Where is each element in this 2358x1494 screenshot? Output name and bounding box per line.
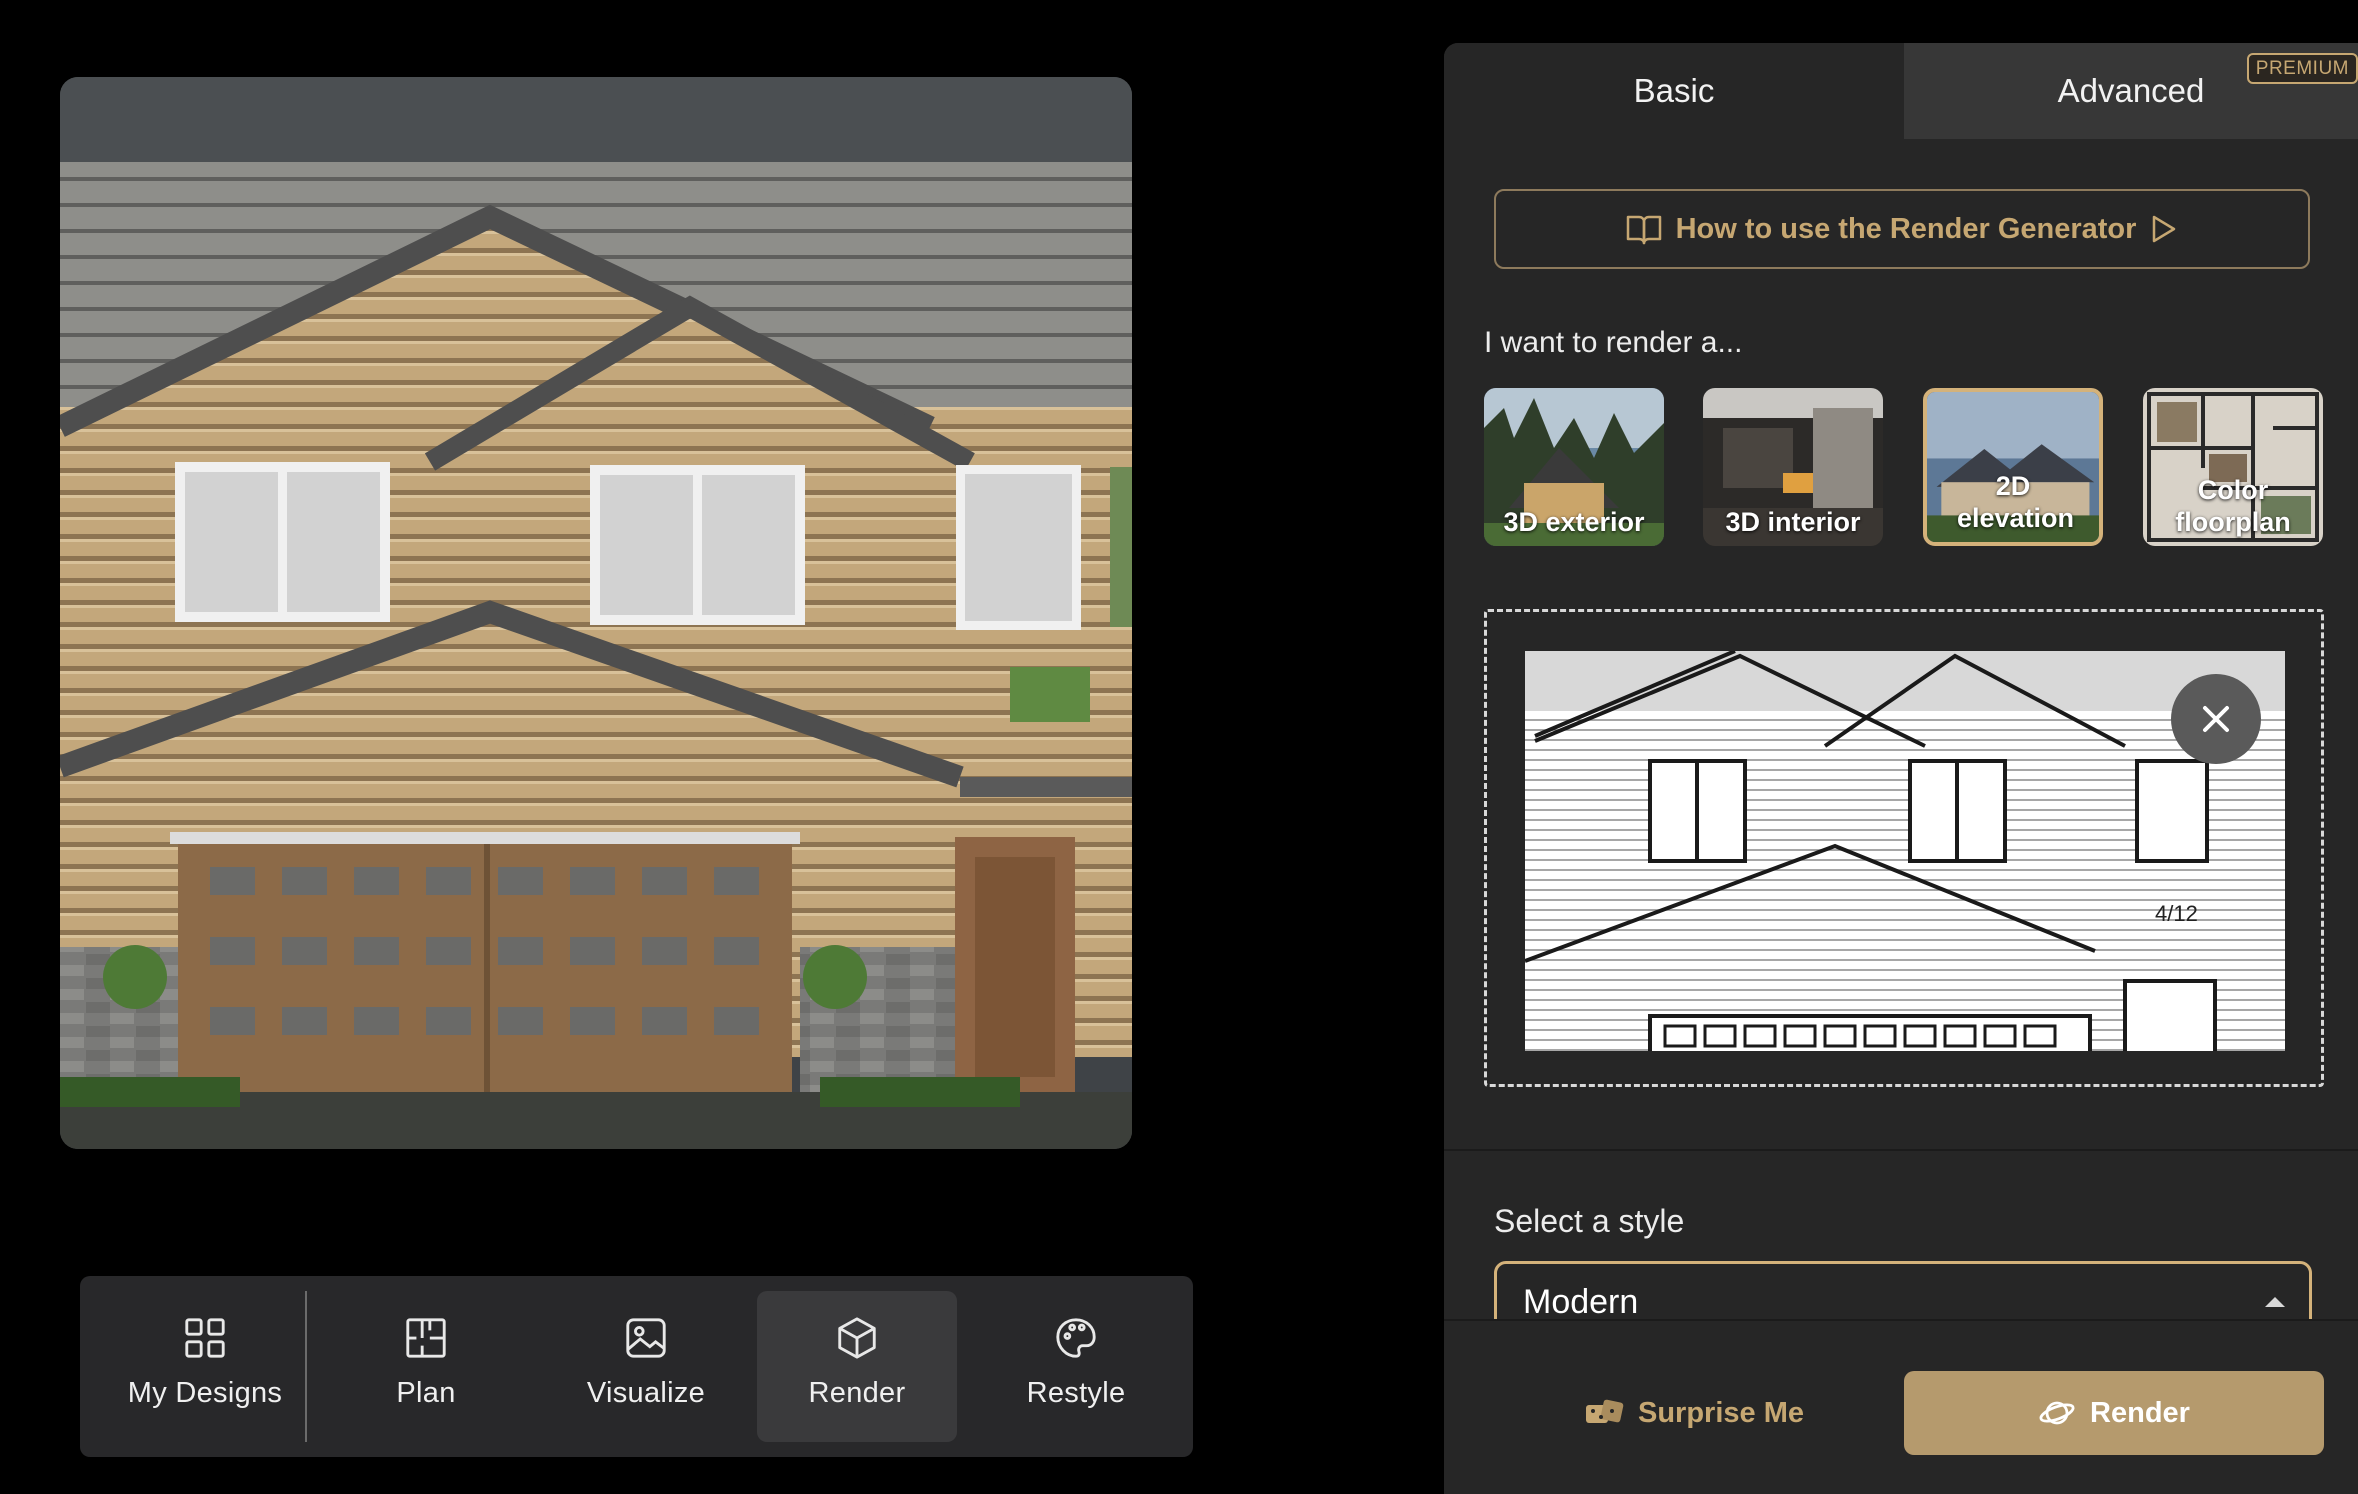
render-button[interactable]: Render (1904, 1371, 2324, 1455)
render-type-color-floorplan[interactable]: Color floorplan (2143, 388, 2323, 546)
palette-icon (1056, 1318, 1096, 1358)
style-select-value: Modern (1523, 1283, 1639, 1321)
chevron-up-icon (2265, 1297, 2285, 1307)
tool-restyle[interactable]: Restyle (976, 1291, 1176, 1442)
tab-advanced[interactable]: Advanced PREMIUM (1904, 43, 2358, 139)
image-upload-dropzone[interactable]: 4/12 (1484, 609, 2324, 1087)
render-settings-panel: Basic Advanced PREMIUM How to use the Re… (1444, 43, 2358, 1494)
tab-basic[interactable]: Basic (1444, 43, 1904, 139)
render-type-options: 3D exterior 3D interior 2D elevation Col… (1484, 388, 2324, 546)
tool-label: Restyle (1026, 1377, 1126, 1409)
tool-visualize[interactable]: Visualize (546, 1291, 746, 1442)
render-type-label: 3D exterior (1503, 507, 1645, 537)
tab-label: Basic (1633, 72, 1715, 109)
pitch-note: 4/12 (2155, 901, 2198, 926)
tool-label: Plan (396, 1377, 456, 1409)
render-type-2d-elevation[interactable]: 2D elevation (1923, 388, 2103, 546)
bottom-toolbar: My Designs Plan Visualize Render Restyle (80, 1276, 1193, 1457)
render-type-label: Color floorplan (2175, 475, 2291, 537)
grid-icon (185, 1318, 225, 1358)
surprise-me-label: Surprise Me (1638, 1396, 1804, 1429)
panel-tabs: Basic Advanced PREMIUM (1444, 43, 2358, 139)
panel-footer: Surprise Me Render (1444, 1319, 2358, 1494)
how-to-use-button[interactable]: How to use the Render Generator (1494, 189, 2310, 269)
tool-render[interactable]: Render (757, 1291, 957, 1442)
tab-label: Advanced (2057, 72, 2205, 109)
render-type-label: 2D elevation (1957, 471, 2075, 533)
render-type-3d-interior[interactable]: 3D interior (1703, 388, 1883, 546)
remove-image-button[interactable] (2171, 674, 2261, 764)
render-preview-image (60, 77, 1132, 1149)
image-icon (626, 1318, 666, 1358)
toolbar-divider (305, 1291, 307, 1442)
cube-icon (838, 1317, 876, 1359)
surprise-me-button[interactable]: Surprise Me (1504, 1371, 1884, 1455)
tool-label: Visualize (586, 1377, 706, 1409)
how-to-use-label: How to use the Render Generator (1675, 212, 2137, 245)
render-type-heading: I want to render a... (1484, 326, 1743, 359)
dice-icon (1586, 1399, 1624, 1423)
tool-my-designs[interactable]: My Designs (105, 1291, 305, 1442)
book-open-icon (1626, 215, 1661, 245)
planet-icon (2039, 1401, 2075, 1425)
tool-label: Render (808, 1377, 906, 1409)
tool-label: My Designs (127, 1377, 283, 1409)
render-button-label: Render (2090, 1396, 2190, 1429)
tool-plan[interactable]: Plan (326, 1291, 526, 1442)
style-select-label: Select a style (1494, 1203, 1685, 1239)
render-type-label: 3D interior (1725, 507, 1861, 537)
section-divider (1444, 1149, 2358, 1151)
premium-badge: PREMIUM (2246, 53, 2358, 84)
floorplan-icon (406, 1318, 446, 1358)
close-icon (2203, 706, 2229, 732)
render-type-3d-exterior[interactable]: 3D exterior (1484, 388, 1664, 546)
play-icon (2153, 215, 2176, 243)
